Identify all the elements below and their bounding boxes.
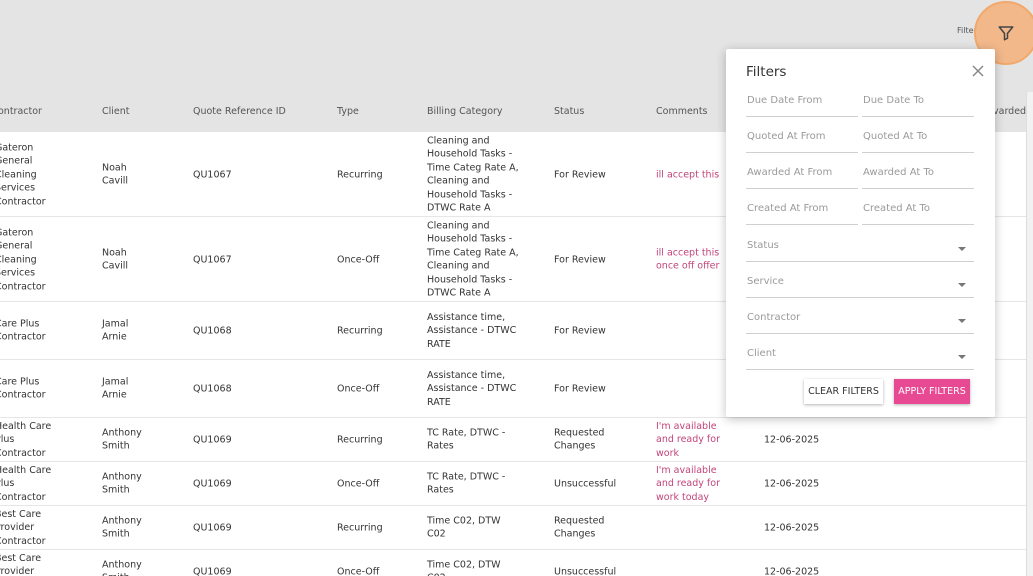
cell-comment: I'm available and ready for work bbox=[656, 420, 720, 459]
cell-quote-id: QU1067 bbox=[193, 253, 232, 265]
cell-type: Once-Off bbox=[337, 382, 380, 394]
cell-quote-id: QU1069 bbox=[193, 521, 232, 533]
chevron-down-icon bbox=[958, 283, 966, 287]
cell-status: Requested Changes bbox=[554, 515, 605, 540]
due-date-to-field[interactable]: Due Date To bbox=[862, 89, 974, 117]
cell-billing-category: Cleaning and Household Tasks - Time Cate… bbox=[427, 135, 519, 214]
due-date-from-field[interactable]: Due Date From bbox=[746, 89, 858, 117]
cell-billing-category: TC Rate, DTWC - Rates bbox=[427, 427, 506, 452]
chevron-down-icon bbox=[958, 355, 966, 359]
cell-type: Recurring bbox=[337, 521, 383, 533]
cell-billing-category: Cleaning and Household Tasks - Time Cate… bbox=[427, 220, 519, 299]
cell-quote-id: QU1068 bbox=[193, 382, 232, 394]
column-header-status[interactable]: Status bbox=[554, 106, 584, 117]
table-row[interactable]: Health Care Plus Contractor Anthony Smith… bbox=[0, 418, 1026, 462]
cell-status: For Review bbox=[554, 382, 606, 394]
cell-type: Recurring bbox=[337, 168, 383, 180]
contractor-select[interactable]: Contractor bbox=[746, 306, 974, 334]
awarded-at-from-field[interactable]: Awarded At From bbox=[746, 161, 858, 189]
cell-client: Anthony Smith bbox=[102, 515, 142, 540]
cell-client: Noah Cavill bbox=[102, 247, 128, 272]
cell-status: For Review bbox=[554, 324, 606, 336]
cell-client: Anthony Smith bbox=[102, 427, 142, 452]
cell-type: Once-Off bbox=[337, 253, 380, 265]
cell-date: 12-06-2025 bbox=[764, 565, 820, 576]
status-select[interactable]: Status bbox=[746, 234, 974, 262]
column-header-awarded-date[interactable]: varded D bbox=[993, 106, 1026, 117]
cell-billing-category: Time C02, DTW C02 bbox=[427, 515, 501, 540]
cell-contractor: Health Care Plus Contractor bbox=[0, 420, 52, 459]
cell-status: Requested Changes bbox=[554, 427, 605, 452]
cell-type: Once-Off bbox=[337, 565, 380, 576]
cell-billing-category: Time C02, DTW C02 bbox=[427, 559, 501, 576]
quoted-at-from-field[interactable]: Quoted At From bbox=[746, 125, 858, 153]
cell-billing-category: Assistance time, Assistance - DTWC RATE bbox=[427, 311, 517, 350]
cell-contractor: Care Plus Contractor bbox=[0, 318, 46, 343]
column-header-client[interactable]: Client bbox=[102, 106, 130, 117]
close-icon[interactable] bbox=[970, 63, 986, 79]
column-header-type[interactable]: Type bbox=[337, 106, 359, 117]
vertical-scrollbar[interactable] bbox=[1026, 92, 1033, 576]
cell-quote-id: QU1069 bbox=[193, 477, 232, 489]
cell-contractor: Health Care Plus Contractor bbox=[0, 464, 52, 503]
client-select[interactable]: Client bbox=[746, 342, 974, 370]
table-row[interactable]: Best Care Provider Contractor Anthony Smi… bbox=[0, 550, 1026, 576]
service-select[interactable]: Service bbox=[746, 270, 974, 298]
table-row[interactable]: Health Care Plus Contractor Anthony Smith… bbox=[0, 462, 1026, 506]
cell-comment: ill accept this bbox=[656, 168, 720, 180]
funnel-icon bbox=[998, 26, 1014, 41]
table-row[interactable]: Best Care Provider Contractor Anthony Smi… bbox=[0, 506, 1026, 550]
cell-billing-category: Assistance time, Assistance - DTWC RATE bbox=[427, 369, 517, 408]
chevron-down-icon bbox=[958, 319, 966, 323]
cell-contractor: Best Care Provider Contractor bbox=[0, 508, 46, 547]
cell-date: 12-06-2025 bbox=[764, 521, 820, 533]
cell-date: 12-06-2025 bbox=[764, 433, 820, 445]
cell-contractor: Gateron General Cleaning Services Contra… bbox=[0, 226, 46, 292]
chevron-down-icon bbox=[958, 247, 966, 251]
column-header-contractor[interactable]: ontractor bbox=[0, 106, 42, 117]
cell-status: For Review bbox=[554, 168, 606, 180]
created-at-from-field[interactable]: Created At From bbox=[746, 197, 858, 225]
cell-date: 12-06-2025 bbox=[764, 477, 820, 489]
cell-type: Recurring bbox=[337, 324, 383, 336]
cell-quote-id: QU1069 bbox=[193, 565, 232, 576]
filters-panel: Filters Due Date From Due Date To Quoted… bbox=[726, 49, 995, 417]
column-header-billing-category[interactable]: Billing Category bbox=[427, 106, 503, 117]
cell-comment: ill accept this once off offer bbox=[656, 247, 720, 272]
column-header-quote-id[interactable]: Quote Reference ID bbox=[193, 106, 286, 117]
cell-billing-category: TC Rate, DTWC - Rates bbox=[427, 471, 506, 496]
cell-comment: I'm available and ready for work today bbox=[656, 464, 720, 503]
cell-type: Once-Off bbox=[337, 477, 380, 489]
cell-status: For Review bbox=[554, 253, 606, 265]
cell-type: Recurring bbox=[337, 433, 383, 445]
cell-client: Anthony Smith bbox=[102, 559, 142, 576]
cell-status: Unsuccessful bbox=[554, 477, 617, 489]
cell-contractor: Care Plus Contractor bbox=[0, 376, 46, 401]
cell-client: Anthony Smith bbox=[102, 471, 142, 496]
clear-filters-button[interactable]: CLEAR FILTERS bbox=[804, 379, 883, 404]
cell-contractor: Best Care Provider Contractor bbox=[0, 552, 42, 576]
created-at-to-field[interactable]: Created At To bbox=[862, 197, 974, 225]
awarded-at-to-field[interactable]: Awarded At To bbox=[862, 161, 974, 189]
cell-quote-id: QU1067 bbox=[193, 168, 232, 180]
cell-client: Jamal Arnie bbox=[102, 376, 129, 401]
column-header-comments[interactable]: Comments bbox=[656, 106, 708, 117]
apply-filters-button[interactable]: APPLY FILTERS bbox=[894, 379, 970, 404]
cell-client: Noah Cavill bbox=[102, 162, 128, 187]
cell-contractor: Gateron General Cleaning Services Contra… bbox=[0, 141, 46, 207]
cell-quote-id: QU1069 bbox=[193, 433, 232, 445]
filters-title: Filters bbox=[746, 64, 787, 80]
cell-client: Jamal Arnie bbox=[102, 318, 129, 343]
cell-status: Unsuccessful bbox=[554, 565, 617, 576]
quoted-at-to-field[interactable]: Quoted At To bbox=[862, 125, 974, 153]
cell-quote-id: QU1068 bbox=[193, 324, 232, 336]
